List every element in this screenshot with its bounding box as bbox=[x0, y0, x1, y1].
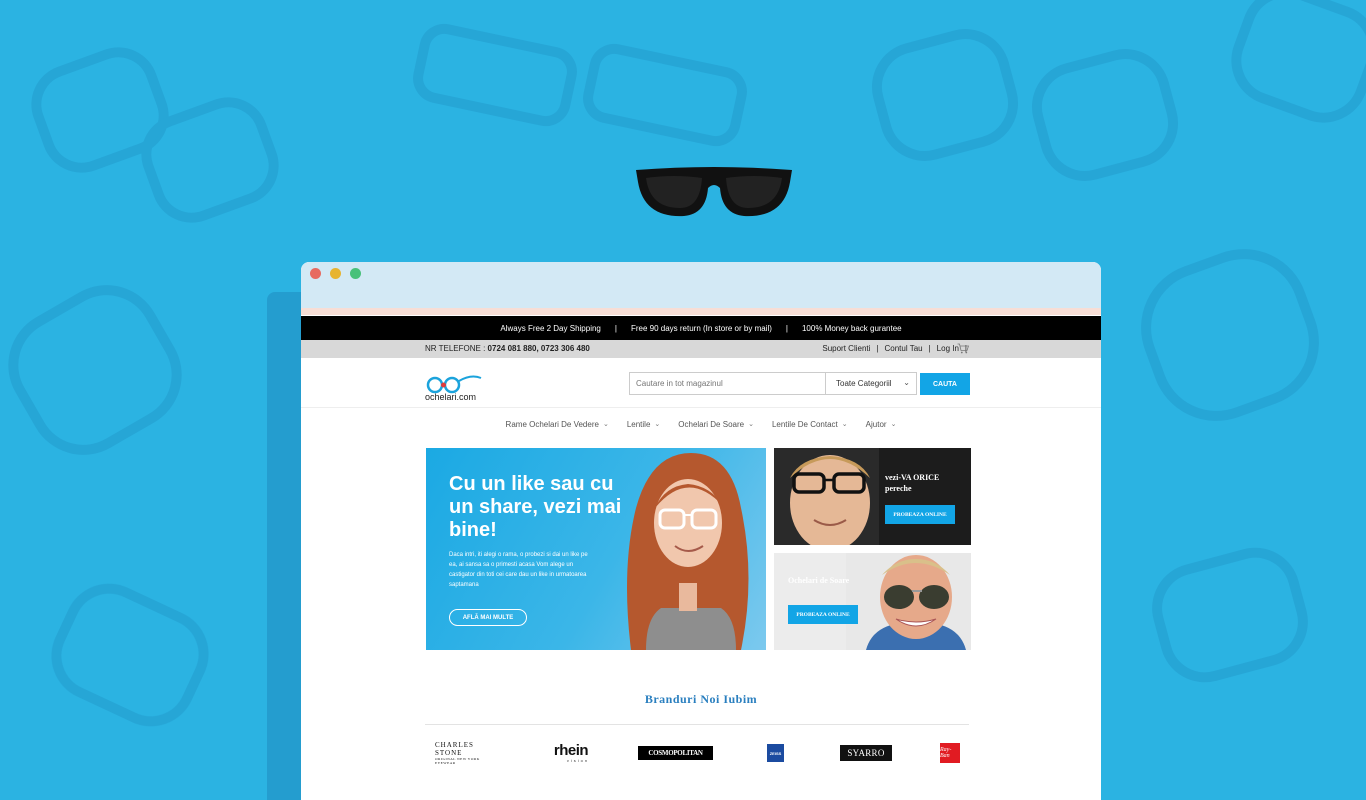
login-link[interactable]: Log In bbox=[937, 344, 959, 353]
chevron-down-icon: ⌄ bbox=[748, 421, 754, 428]
brand-rayban[interactable]: Ray-Ban bbox=[940, 743, 960, 763]
nav-item-label: Ochelari De Soare bbox=[678, 419, 745, 429]
browser-window: Always Free 2 Day Shipping | Free 90 day… bbox=[301, 262, 1101, 800]
maximize-window-button[interactable] bbox=[350, 268, 361, 279]
support-link[interactable]: Suport Clienti bbox=[822, 344, 870, 353]
brand-name: rhein bbox=[553, 741, 589, 759]
brand-cosmopolitan[interactable]: COSMOPOLITAN bbox=[638, 746, 713, 760]
hero-glasses-image bbox=[636, 167, 792, 217]
brand-charles-stone[interactable]: CHARLES STONE ORIGINAL NEW YORK EYEWEAR bbox=[435, 741, 499, 765]
main-nav: Rame Ochelari De Vedere ⌄ Lentile ⌄ Ochela… bbox=[301, 414, 1101, 434]
window-titlebar bbox=[301, 262, 1101, 315]
brand-name: CHARLES STONE bbox=[435, 741, 474, 757]
account-link[interactable]: Contul Tau bbox=[884, 344, 922, 353]
cart-icon[interactable] bbox=[957, 343, 969, 354]
promo-shipping: Always Free 2 Day Shipping bbox=[500, 323, 601, 333]
nav-item-rame[interactable]: Rame Ochelari De Vedere ⌄ bbox=[506, 414, 609, 434]
search-input[interactable] bbox=[629, 372, 826, 395]
nav-item-lentile-contact[interactable]: Lentile De Contact ⌄ bbox=[772, 414, 848, 434]
nav-item-label: Ajutor bbox=[865, 419, 887, 429]
hero-banner: Cu un like sau cu un share, vezi mai bin… bbox=[426, 448, 766, 650]
brand-subtitle: vision bbox=[566, 757, 590, 763]
tile-title: vezi-VA ORICE pereche bbox=[885, 473, 940, 493]
brand-name: COSMOPOLITAN bbox=[648, 749, 703, 757]
girl-with-glasses-image bbox=[627, 453, 749, 650]
try-on-tile[interactable]: vezi-VA ORICE pereche PROBEAZA ONLINE bbox=[774, 448, 971, 545]
nav-item-label: Rame Ochelari De Vedere bbox=[505, 419, 599, 429]
man-with-sunglasses-image bbox=[846, 553, 971, 650]
info-bar: NR TELEFONE : 0724 081 880, 0723 306 480… bbox=[301, 340, 1101, 358]
phone-label: NR TELEFONE : bbox=[425, 344, 486, 353]
chevron-down-icon: ⌄ bbox=[602, 421, 609, 428]
brand-subtitle: ORIGINAL NEW YORK EYEWEAR bbox=[435, 757, 480, 765]
banner-text: Daca intri, iti alegi o rama, o probezi … bbox=[449, 552, 588, 588]
nav-item-lentile[interactable]: Lentile ⌄ bbox=[627, 414, 660, 434]
link-separator: | bbox=[876, 344, 879, 353]
brands-divider bbox=[425, 724, 969, 725]
brand-name: Ray-Ban bbox=[940, 747, 952, 759]
try-online-button[interactable]: PROBEAZA ONLINE bbox=[885, 505, 955, 524]
chevron-down-icon: ⌄ bbox=[841, 421, 848, 428]
nav-item-ajutor[interactable]: Ajutor ⌄ bbox=[866, 414, 897, 434]
brand-syarro[interactable]: SYARRO bbox=[840, 745, 892, 761]
brand-name: SYARRO bbox=[847, 748, 885, 758]
nav-item-label: Lentile bbox=[626, 419, 651, 429]
learn-more-button[interactable]: AFLĂ MAI MULTE bbox=[449, 609, 527, 626]
brand-zeiss[interactable]: ZEISS bbox=[767, 744, 784, 762]
category-select[interactable]: Toate Categoriil ⌄ bbox=[826, 372, 917, 395]
phone-info: NR TELEFONE : 0724 081 880, 0723 306 480 bbox=[425, 344, 590, 353]
sunglasses-tile[interactable]: Ochelari de Soare PROBEAZA ONLINE bbox=[774, 553, 971, 650]
promo-bar: Always Free 2 Day Shipping | Free 90 day… bbox=[301, 316, 1101, 340]
category-label: Toate Categoriil bbox=[836, 379, 892, 388]
link-separator: | bbox=[928, 344, 931, 353]
chevron-down-icon: ⌄ bbox=[890, 421, 897, 428]
promo-separator: | bbox=[785, 323, 788, 333]
brand-rhein[interactable]: rhein vision bbox=[547, 742, 595, 764]
promo-returns: Free 90 days return (In store or by mail… bbox=[630, 323, 772, 333]
account-links: Suport Clienti | Contul Tau | Log In | bbox=[822, 344, 973, 353]
logo-text[interactable]: ochelari.com bbox=[425, 392, 476, 402]
minimize-window-button[interactable] bbox=[330, 268, 341, 279]
site-header: ochelari.com Toate Categoriil ⌄ CAUTA bbox=[301, 358, 1101, 408]
search-button[interactable]: CAUTA bbox=[920, 373, 970, 395]
brand-name: ZEISS bbox=[769, 750, 782, 756]
nav-item-ochelari-soare[interactable]: Ochelari De Soare ⌄ bbox=[678, 414, 754, 434]
promo-separator: | bbox=[614, 323, 617, 333]
promo-money-back: 100% Money back gurantee bbox=[801, 323, 902, 333]
tile-title: Ochelari de Soare bbox=[788, 576, 850, 585]
phone-numbers: 0724 081 880, 0723 306 480 bbox=[487, 344, 590, 353]
try-online-button[interactable]: PROBEAZA ONLINE bbox=[788, 605, 858, 624]
man-with-glasses-image bbox=[774, 448, 879, 545]
chevron-down-icon: ⌄ bbox=[903, 378, 910, 387]
brands-title: Branduri Noi Iubim bbox=[644, 692, 758, 706]
chevron-down-icon: ⌄ bbox=[654, 421, 661, 428]
nav-item-label: Lentile De Contact bbox=[771, 419, 838, 429]
close-window-button[interactable] bbox=[310, 268, 321, 279]
